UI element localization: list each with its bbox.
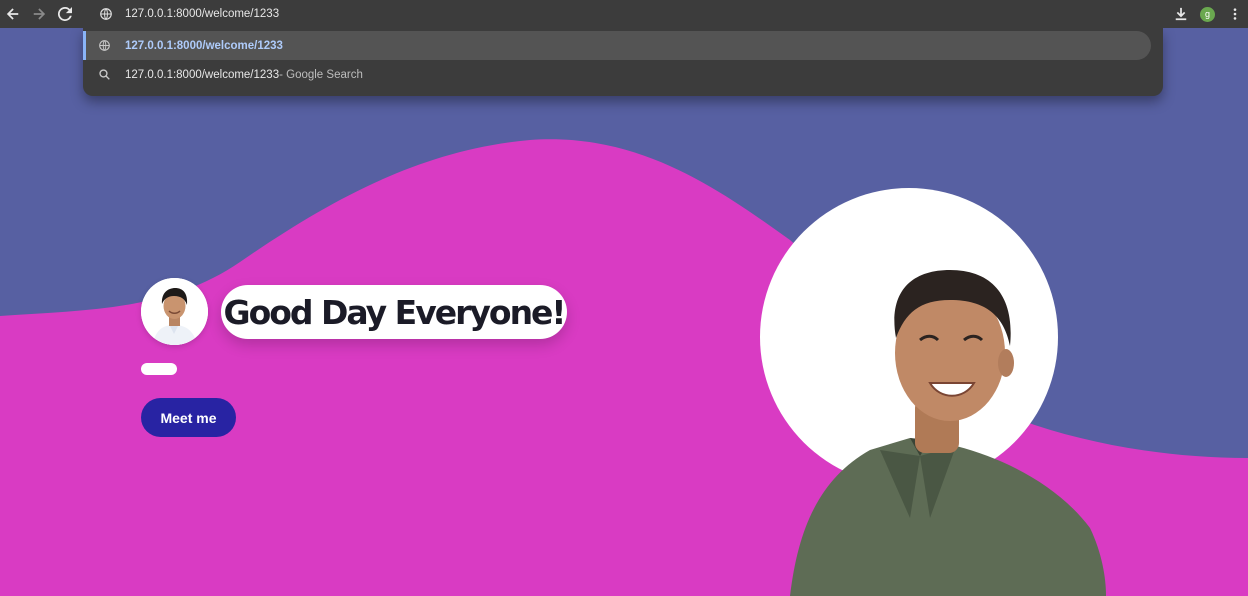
profile-avatar: g <box>1200 6 1215 22</box>
suggestion-url[interactable]: 127.0.0.1:8000/welcome/1233 <box>83 31 1151 60</box>
globe-icon <box>83 40 125 51</box>
more-vert-icon <box>1233 8 1236 20</box>
suggestion-text: 127.0.0.1:8000/welcome/1233 <box>125 39 283 52</box>
reload-icon <box>58 7 72 21</box>
toolbar-right: g <box>1167 0 1248 28</box>
greeting-pill: Good Day Everyone! <box>221 285 567 339</box>
meet-me-button[interactable]: Meet me <box>141 398 236 437</box>
back-button[interactable] <box>0 0 26 28</box>
forward-button[interactable] <box>26 0 52 28</box>
menu-button[interactable] <box>1221 0 1248 28</box>
portrait-photo <box>760 188 1120 596</box>
subtitle-placeholder <box>141 363 177 375</box>
suggestion-search[interactable]: 127.0.0.1:8000/welcome/1233 - Google Sea… <box>83 60 1151 89</box>
download-icon <box>1175 7 1186 21</box>
site-info-icon[interactable] <box>92 8 120 20</box>
avatar <box>141 278 208 345</box>
profile-button[interactable]: g <box>1194 0 1221 28</box>
browser-toolbar: 127.0.0.1:8000/welcome/1233 g <box>0 0 1248 28</box>
reload-button[interactable] <box>52 0 78 28</box>
downloads-button[interactable] <box>1167 0 1194 28</box>
back-arrow-icon <box>6 8 19 20</box>
suggestion-text: 127.0.0.1:8000/welcome/1233 <box>125 68 280 81</box>
url-text[interactable]: 127.0.0.1:8000/welcome/1233 <box>120 8 279 20</box>
omnibox-dropdown: 127.0.0.1:8000/welcome/1233 127.0.0.1:80… <box>83 28 1163 96</box>
greeting-heading: Good Day Everyone! <box>223 292 566 332</box>
suggestion-suffix: - Google Search <box>279 68 363 81</box>
search-icon <box>83 69 125 80</box>
address-bar[interactable]: 127.0.0.1:8000/welcome/1233 <box>92 0 1164 28</box>
forward-arrow-icon <box>33 8 46 20</box>
